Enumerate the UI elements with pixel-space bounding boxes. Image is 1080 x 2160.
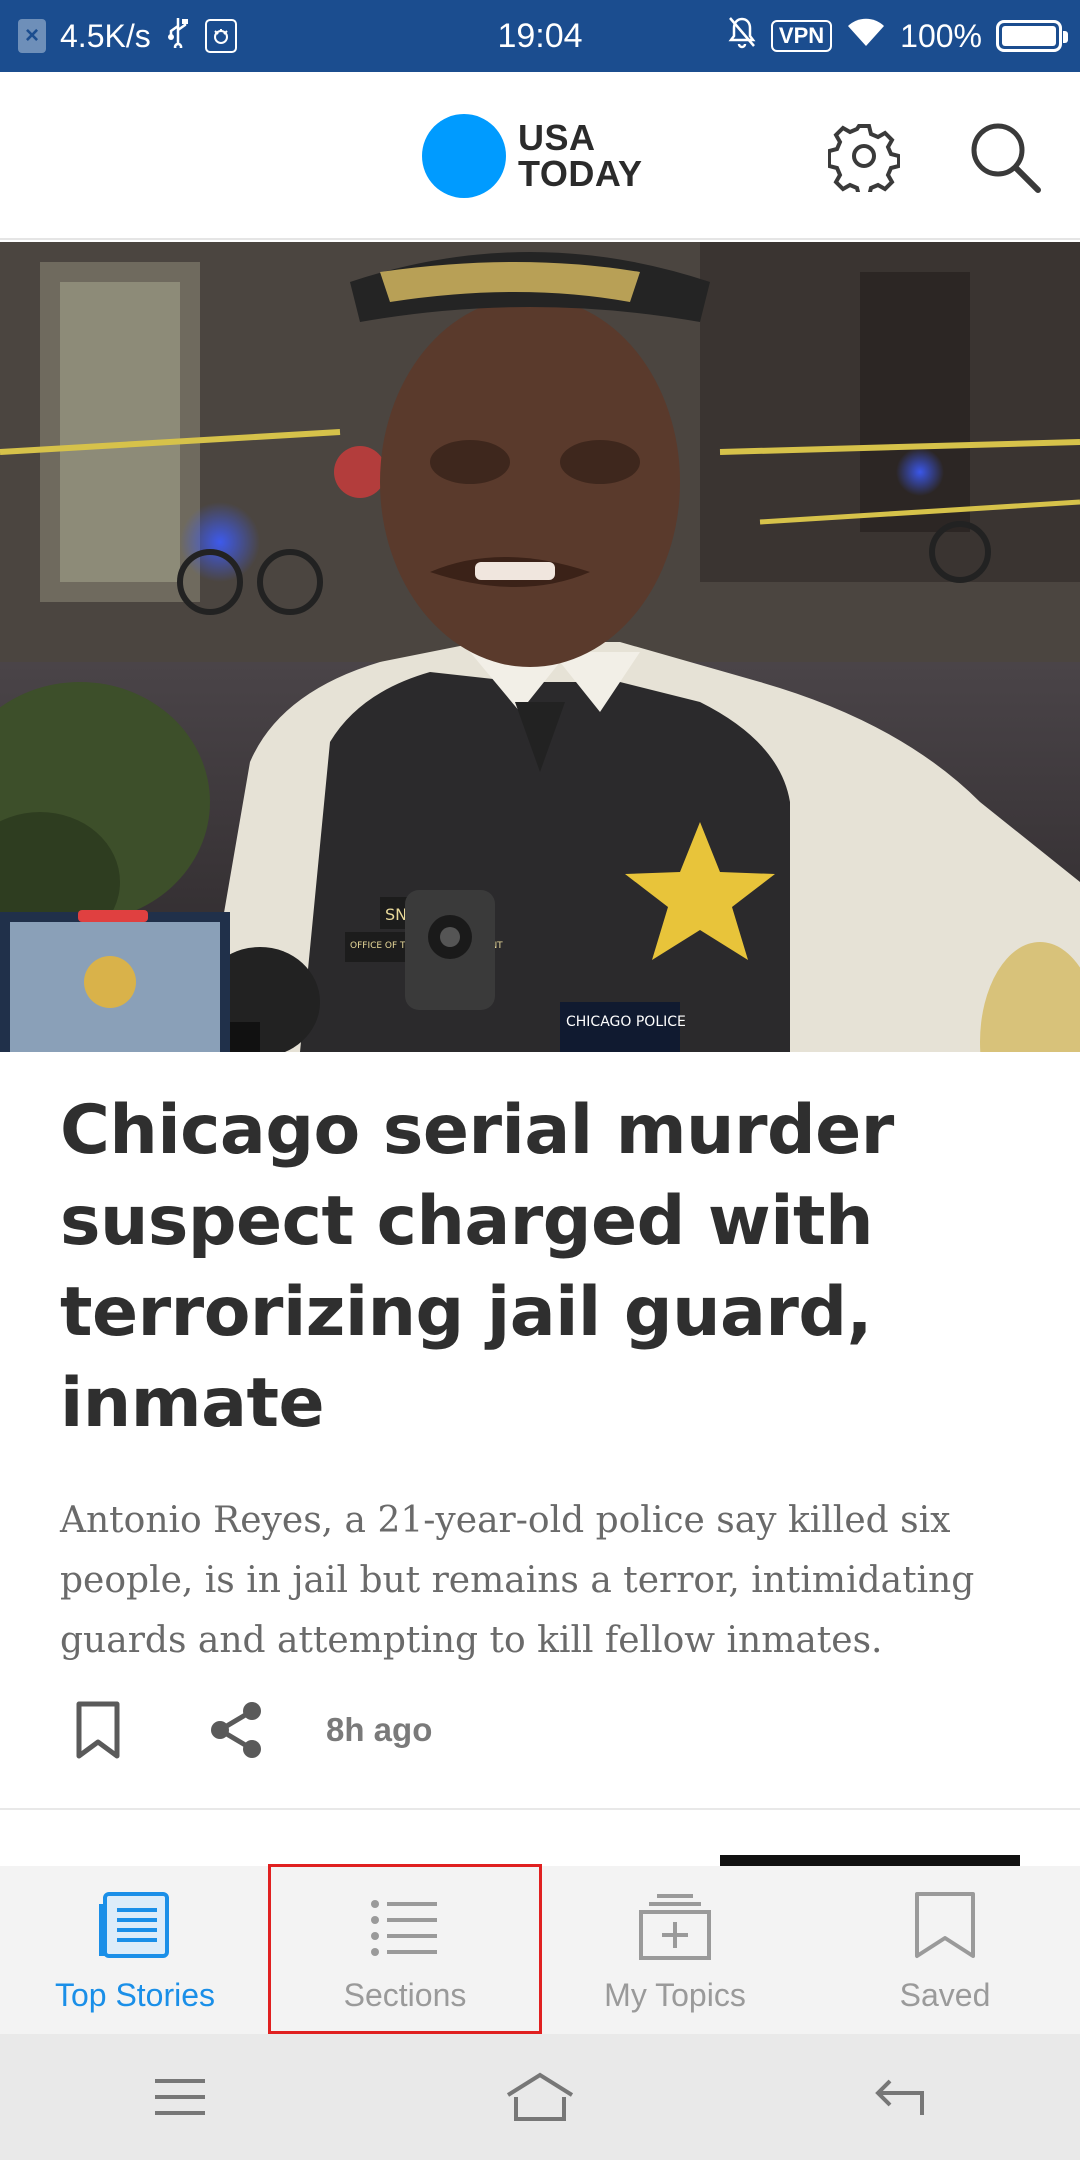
system-navigation-bar [0,2034,1080,2160]
back-icon[interactable] [855,2062,945,2132]
article-meta-row: 8h ago [60,1690,432,1770]
tab-my-topics[interactable]: My Topics [540,1866,810,2034]
share-icon[interactable] [198,1692,274,1768]
next-article-thumbnail [720,1855,1020,1866]
wifi-icon [846,16,886,56]
app-header: USA TODAY [0,72,1080,240]
debug-icon [204,19,237,53]
logo-line1: USA [518,117,596,158]
hero-image[interactable]: SNELLING OFFICE OF THE SUPERINTENDENT CH… [0,242,1080,1052]
tab-top-stories[interactable]: Top Stories [0,1866,270,2034]
tab-label-my-topics: My Topics [604,1977,746,2013]
tab-label-saved: Saved [899,1977,991,2013]
silent-bell-icon [727,15,757,57]
close-badge-icon: × [18,19,46,53]
usb-icon [165,16,191,56]
settings-gear-icon[interactable] [826,118,902,194]
battery-percent: 100% [900,17,982,54]
newspaper-icon [97,1890,173,1967]
add-topic-icon [637,1890,713,1967]
list-icon [367,1890,443,1967]
status-bar: × 4.5K/s 19:04 VPN 100% [0,0,1080,72]
home-icon[interactable] [495,2062,585,2132]
battery-icon [996,20,1068,52]
next-article-peek[interactable] [0,1810,1080,1866]
article-timestamp: 8h ago [326,1711,433,1748]
search-icon[interactable] [966,118,1042,194]
tab-label-sections: Sections [343,1977,467,2013]
status-left: × 4.5K/s [18,16,237,56]
article-headline[interactable]: Chicago serial murder suspect charged wi… [60,1085,1020,1449]
menu-icon[interactable] [135,2062,225,2132]
article-summary[interactable]: Antonio Reyes, a 21-year-old police say … [60,1491,1020,1671]
bookmark-icon [907,1890,983,1967]
network-speed: 4.5K/s [60,17,151,54]
bookmark-icon[interactable] [60,1692,136,1768]
tab-label-top-stories: Top Stories [54,1977,216,2013]
vpn-icon: VPN [770,20,833,52]
logo-text: USA TODAY [518,120,643,192]
tab-sections[interactable]: Sections [270,1866,540,2034]
tab-saved[interactable]: Saved [810,1866,1080,2034]
status-right: VPN 100% [727,15,1068,57]
usa-today-logo[interactable]: USA TODAY [422,114,643,198]
logo-dot [422,114,506,198]
logo-line2: TODAY [518,153,643,194]
top-story-article[interactable]: Chicago serial murder suspect charged wi… [60,1085,1020,1671]
police-patch-text: CHICAGO POLICE [566,1014,686,1030]
bottom-navigation: Top Stories Sections My Topics Saved [0,1866,1080,2034]
